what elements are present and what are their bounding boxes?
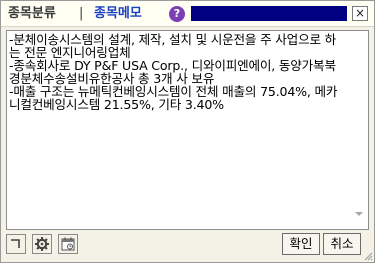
memo-text[interactable]: -분체이송시스템의 설계, 제작, 설치 및 시운전을 주 사업으로 하는 전문… [9,33,347,227]
calendar-button[interactable] [58,234,78,254]
scroll-down-icon[interactable] [355,212,363,216]
gear-icon [35,237,49,251]
format-button[interactable] [6,234,26,254]
help-icon[interactable]: ? [169,6,185,22]
settings-button[interactable] [32,234,52,254]
memo-textarea[interactable]: -분체이송시스템의 설계, 제작, 설치 및 시운전을 주 사업으로 하는 전문… [6,30,369,230]
format-icon [11,239,20,248]
calendar-icon [61,237,75,251]
confirm-button[interactable]: 확인 [282,233,320,255]
vertical-scrollbar[interactable] [351,31,368,229]
cancel-button[interactable]: 취소 [323,233,361,255]
tab-stock-memo[interactable]: 종목메모 [94,6,142,22]
tab-stock-classification[interactable]: 종목분류 [8,6,56,22]
title-bar-highlight [191,6,347,21]
close-icon: × [354,6,366,20]
stock-memo-window: 종목분류 | 종목메모 ? × -분체이송시스템의 설계, 제작, 설치 및 시… [0,0,375,263]
tab-separator: | [79,6,84,21]
close-button[interactable]: × [352,6,368,21]
title-bar: 종목분류 | 종목메모 ? × [1,1,374,27]
resize-grip-icon[interactable] [363,251,373,261]
